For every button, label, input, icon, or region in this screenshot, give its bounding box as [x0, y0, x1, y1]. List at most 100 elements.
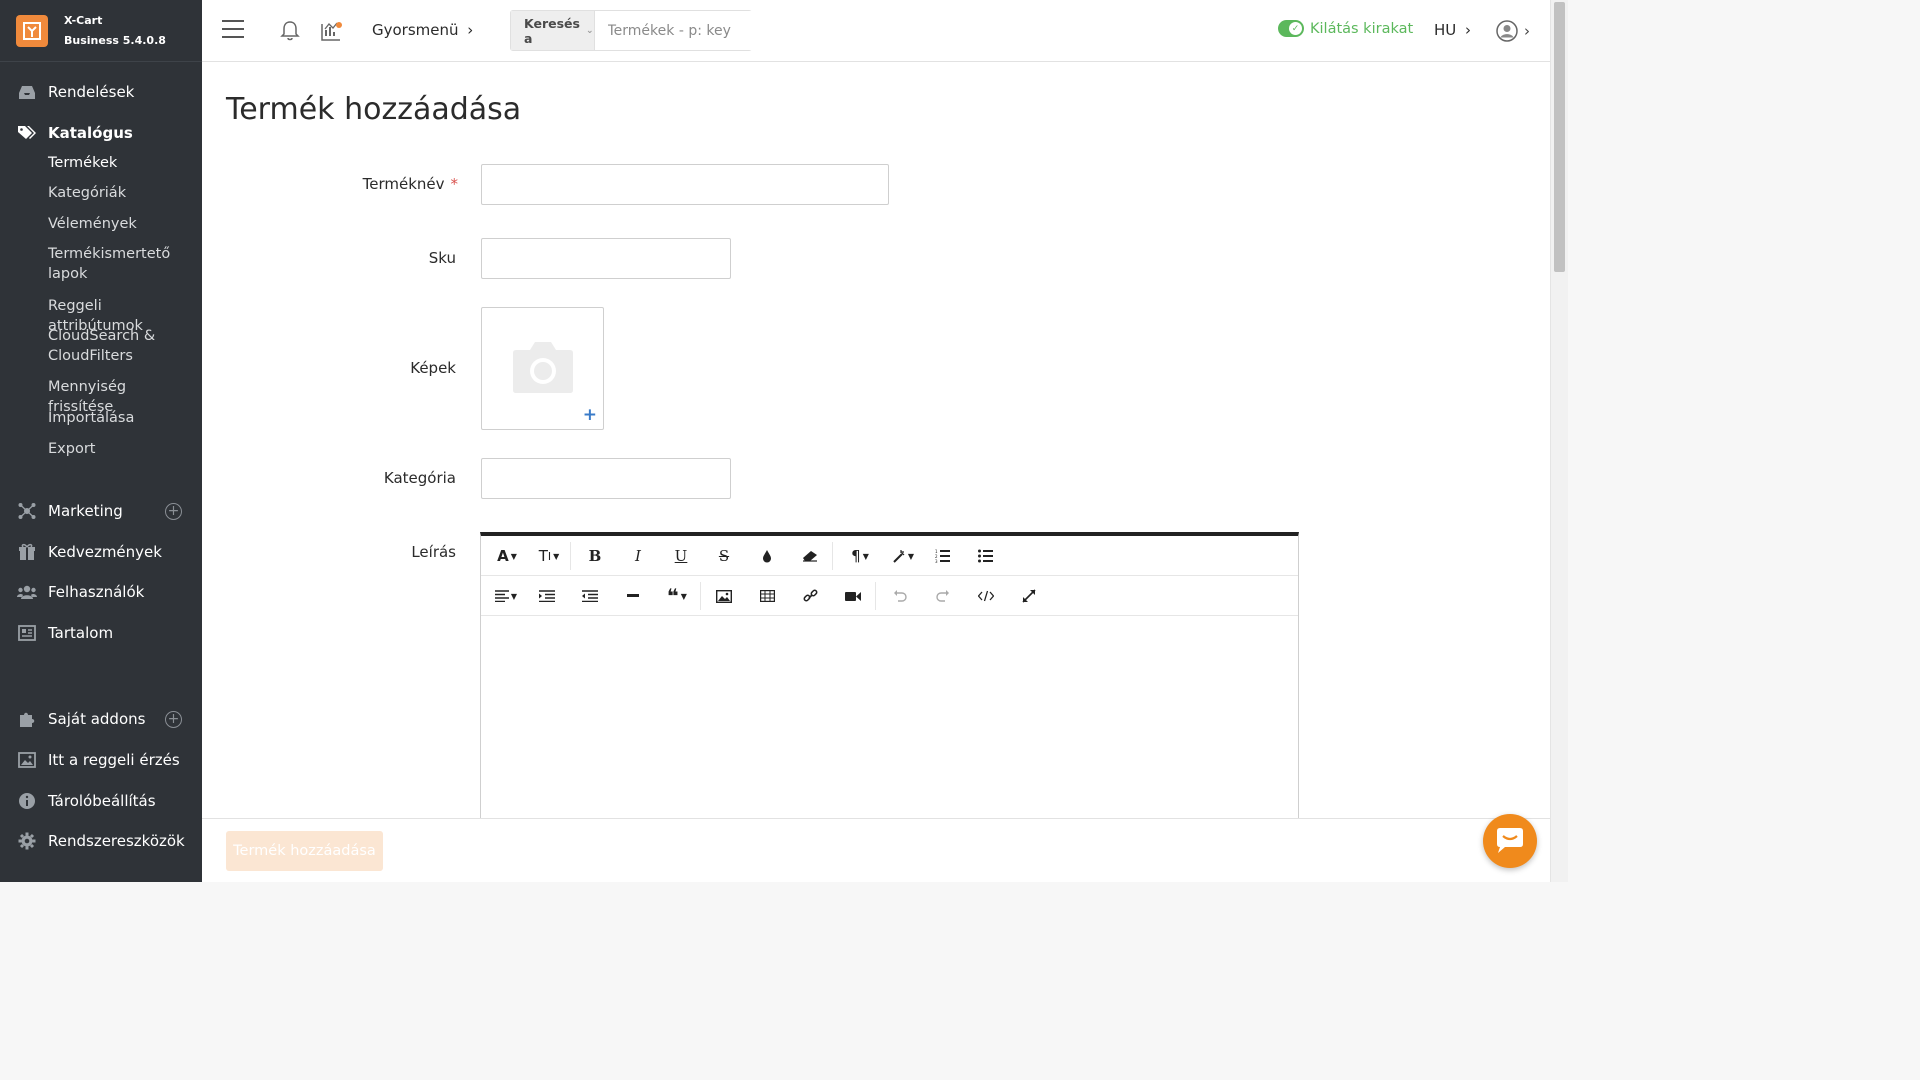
sidebar-subitem-export[interactable]: Export — [48, 439, 193, 459]
sidebar-item-orders[interactable]: Rendelések — [0, 77, 202, 107]
gift-icon — [17, 542, 37, 562]
sidebar-item-catalog[interactable]: Katalógus — [0, 118, 202, 148]
editor-toolbar-row-1: A ▼ T I ▼ B I U S ¶ ▼ ▼ 123 — [481, 536, 1298, 576]
redo-icon[interactable] — [933, 586, 953, 606]
italic-icon[interactable]: I — [628, 546, 648, 566]
brand-version: Business 5.4.0.8 — [64, 34, 166, 47]
brand[interactable]: X-Cart Business 5.4.0.8 — [0, 0, 202, 62]
sidebar: X-Cart Business 5.4.0.8 Rendelések Katal… — [0, 0, 202, 882]
sidebar-subitem-reviews[interactable]: Vélemények — [48, 214, 193, 234]
inbox-icon — [17, 82, 37, 102]
image-icon — [17, 750, 37, 770]
users-icon — [17, 582, 37, 602]
add-marketing-button[interactable]: + — [165, 502, 182, 520]
language-selector[interactable]: HU › — [1434, 21, 1471, 39]
align-icon[interactable]: ▼ — [491, 586, 521, 606]
code-view-icon[interactable] — [976, 586, 996, 606]
search-scope-label: Keresés a — [524, 15, 580, 46]
description-label: Leírás — [411, 543, 456, 561]
bell-icon[interactable] — [280, 20, 300, 45]
sidebar-item-label: Kedvezmények — [48, 543, 162, 561]
scrollbar-thumb[interactable] — [1554, 2, 1565, 272]
sidebar-item-label: Marketing — [48, 502, 123, 520]
sku-field[interactable] — [481, 238, 731, 279]
sidebar-item-marketing[interactable]: Marketing + — [0, 496, 202, 526]
page-title: Termék hozzáadása — [226, 92, 522, 127]
sidebar-item-users[interactable]: Felhasználók — [0, 577, 202, 607]
add-product-button[interactable]: Termék hozzáadása — [226, 831, 383, 871]
table-icon[interactable] — [757, 586, 777, 606]
font-size-icon[interactable]: T I ▼ — [534, 546, 564, 566]
sidebar-item-label: Rendelések — [48, 83, 135, 101]
chevron-down-icon: ⌄ — [585, 25, 594, 36]
link-icon[interactable] — [800, 586, 820, 606]
page-scrollbar[interactable] — [1550, 0, 1568, 882]
chat-button[interactable] — [1483, 814, 1537, 868]
stats-icon[interactable] — [320, 20, 344, 46]
sidebar-subitem-products[interactable]: Termékek — [48, 153, 193, 173]
video-icon[interactable] — [843, 586, 863, 606]
font-style-icon[interactable]: A ▼ — [493, 546, 521, 566]
menu-toggle-icon[interactable] — [222, 20, 244, 40]
blockquote-icon[interactable]: ❝ ▼ — [662, 584, 692, 608]
sidebar-subitem-product-sheets[interactable]: Termékismertető lapok — [48, 244, 193, 284]
network-icon — [17, 501, 37, 521]
product-name-label-text: Terméknév — [362, 175, 445, 193]
undo-icon[interactable] — [890, 586, 910, 606]
editor-toolbar-row-2: ▼ ❝ ▼ — [481, 576, 1298, 616]
sidebar-item-content[interactable]: Tartalom — [0, 618, 202, 648]
search-scope-dropdown[interactable]: Keresés a ⌄ — [511, 11, 595, 50]
sidebar-subitem-cloudsearch[interactable]: CloudSearch & CloudFilters — [48, 326, 193, 366]
quick-menu-label: Gyorsmenü — [372, 21, 459, 39]
eraser-icon[interactable] — [800, 546, 820, 566]
editor-content-area[interactable] — [481, 617, 1298, 827]
tags-icon — [17, 123, 37, 143]
search-input[interactable] — [594, 11, 782, 50]
add-image-icon[interactable]: + — [583, 405, 597, 425]
user-menu[interactable]: › — [1496, 20, 1530, 42]
product-name-field[interactable] — [481, 164, 889, 205]
search-bar: Keresés a ⌄ — [510, 10, 782, 51]
quick-menu[interactable]: Gyorsmenü › — [372, 21, 473, 39]
sidebar-item-label: Rendszereszközök — [48, 832, 185, 850]
topbar: Gyorsmenü › Keresés a ⌄ ✓ Kilátás kiraka… — [202, 0, 1550, 62]
add-addon-button[interactable]: + — [165, 710, 182, 728]
strikethrough-icon[interactable]: S — [714, 546, 734, 566]
sidebar-item-label: Saját addons — [48, 710, 146, 728]
description-editor: A ▼ T I ▼ B I U S ¶ ▼ ▼ 123 ▼ ❝ ▼ — [480, 532, 1299, 832]
category-field[interactable] — [481, 458, 731, 499]
sidebar-subitem-categories[interactable]: Kategóriák — [48, 183, 193, 203]
sku-label: Sku — [428, 249, 456, 267]
image-upload[interactable]: + — [481, 307, 604, 430]
images-label: Képek — [410, 359, 456, 377]
ordered-list-icon[interactable]: 123 — [933, 546, 953, 566]
sidebar-item-label: Tárolóbeállítás — [48, 792, 156, 810]
bold-icon[interactable]: B — [585, 546, 605, 566]
xcart-logo-icon — [16, 14, 48, 47]
outdent-icon[interactable] — [580, 586, 600, 606]
magic-wand-icon[interactable]: ▼ — [888, 546, 918, 566]
toggle-switch[interactable]: ✓ — [1278, 20, 1304, 37]
sidebar-item-discounts[interactable]: Kedvezmények — [0, 537, 202, 567]
insert-image-icon[interactable] — [714, 586, 734, 606]
paragraph-icon[interactable]: ¶ ▼ — [845, 546, 875, 566]
chevron-right-icon: › — [467, 21, 474, 39]
puzzle-icon — [17, 709, 37, 729]
sidebar-item-store-settings[interactable]: Tárolóbeállítás — [0, 786, 202, 816]
sidebar-subitem-import[interactable]: Importálása — [48, 408, 193, 428]
product-name-label: Terméknév * — [224, 175, 458, 193]
svg-text:3: 3 — [935, 559, 938, 563]
sidebar-item-label: Itt a reggeli érzés — [48, 751, 180, 769]
sidebar-item-my-addons[interactable]: Saját addons + — [0, 704, 202, 734]
text-color-icon[interactable] — [757, 546, 777, 566]
underline-icon[interactable]: U — [671, 546, 691, 566]
storefront-toggle[interactable]: ✓ Kilátás kirakat — [1278, 20, 1413, 37]
indent-icon[interactable] — [537, 586, 557, 606]
user-avatar-icon — [1496, 20, 1518, 42]
fullscreen-icon[interactable] — [1019, 586, 1039, 606]
horizontal-rule-icon[interactable] — [623, 586, 643, 606]
chat-bubble-icon — [1497, 828, 1523, 853]
sidebar-item-system-tools[interactable]: Rendszereszközök — [0, 826, 202, 856]
unordered-list-icon[interactable] — [976, 546, 996, 566]
sidebar-item-morning[interactable]: Itt a reggeli érzés — [0, 745, 202, 775]
